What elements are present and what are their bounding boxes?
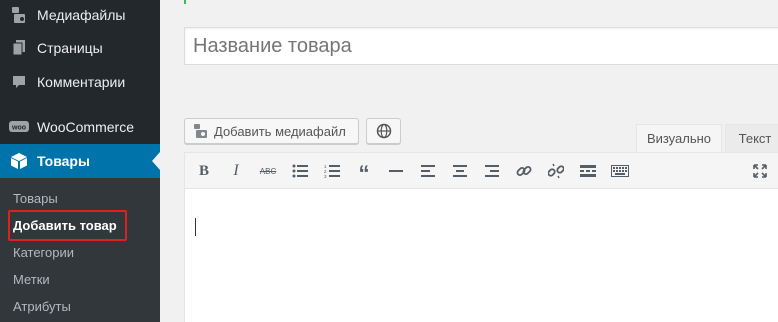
remove-link-icon[interactable] xyxy=(545,161,567,181)
menu-label-woocommerce: WooCommerce xyxy=(37,119,134,135)
highlight-annotation-box xyxy=(8,210,127,241)
submenu-item-products[interactable]: Товары xyxy=(13,191,58,206)
menu-item-woocommerce[interactable]: woo WooCommerce xyxy=(0,110,160,144)
product-title-input[interactable] xyxy=(184,27,778,65)
tab-text[interactable]: Текст xyxy=(725,124,778,152)
editor-toolbar: B I ABC 123 “ xyxy=(185,153,778,189)
numbered-list-icon[interactable]: 123 xyxy=(321,161,343,181)
svg-text:woo: woo xyxy=(11,125,26,132)
content-editor[interactable]: B I ABC 123 “ xyxy=(184,152,778,322)
submenu-item-tags[interactable]: Метки xyxy=(13,272,50,287)
current-menu-arrow xyxy=(152,152,160,170)
language-button[interactable] xyxy=(366,118,401,144)
horizontal-line-icon[interactable] xyxy=(385,161,407,181)
globe-icon xyxy=(376,123,392,139)
menu-label-media: Медиафайлы xyxy=(37,7,126,23)
menu-item-pages[interactable]: Страницы xyxy=(0,31,160,65)
tab-visual[interactable]: Визуально xyxy=(636,124,722,152)
comments-icon xyxy=(0,74,37,90)
fullscreen-icon[interactable] xyxy=(749,161,771,181)
strikethrough-button[interactable]: ABC xyxy=(257,161,279,181)
align-left-icon[interactable] xyxy=(417,161,439,181)
pages-icon xyxy=(0,39,37,57)
align-center-icon[interactable] xyxy=(449,161,471,181)
top-accent-line xyxy=(184,0,186,4)
blockquote-button[interactable]: “ xyxy=(353,161,375,185)
media-icon xyxy=(0,6,37,24)
menu-item-media[interactable]: Медиафайлы xyxy=(0,0,160,32)
menu-label-comments: Комментарии xyxy=(37,74,126,90)
admin-sidebar: Медиафайлы Страницы Комментарии woo WooC… xyxy=(0,0,160,322)
menu-label-pages: Страницы xyxy=(37,40,103,56)
bullet-list-icon[interactable] xyxy=(289,161,311,181)
text-caret xyxy=(195,218,196,236)
add-media-button[interactable]: Добавить медиафайл xyxy=(184,118,359,144)
align-right-icon[interactable] xyxy=(481,161,503,181)
read-more-icon[interactable] xyxy=(577,161,599,181)
submenu-item-attributes[interactable]: Атрибуты xyxy=(13,299,71,314)
submenu-item-categories[interactable]: Категории xyxy=(13,245,74,260)
menu-item-products[interactable]: Товары xyxy=(0,144,160,178)
products-submenu: Товары Добавить товар Категории Метки Ат… xyxy=(0,178,160,322)
italic-button[interactable]: I xyxy=(225,161,247,181)
add-media-icon xyxy=(193,123,209,139)
woocommerce-icon: woo xyxy=(0,120,37,134)
menu-label-products: Товары xyxy=(37,153,90,169)
menu-item-comments[interactable]: Комментарии xyxy=(0,65,160,99)
bold-button[interactable]: B xyxy=(193,161,215,181)
add-media-label: Добавить медиафайл xyxy=(214,123,346,139)
products-icon xyxy=(0,152,37,170)
toolbar-toggle-icon[interactable] xyxy=(609,161,631,181)
svg-text:3: 3 xyxy=(324,174,327,178)
insert-link-icon[interactable] xyxy=(513,161,535,181)
